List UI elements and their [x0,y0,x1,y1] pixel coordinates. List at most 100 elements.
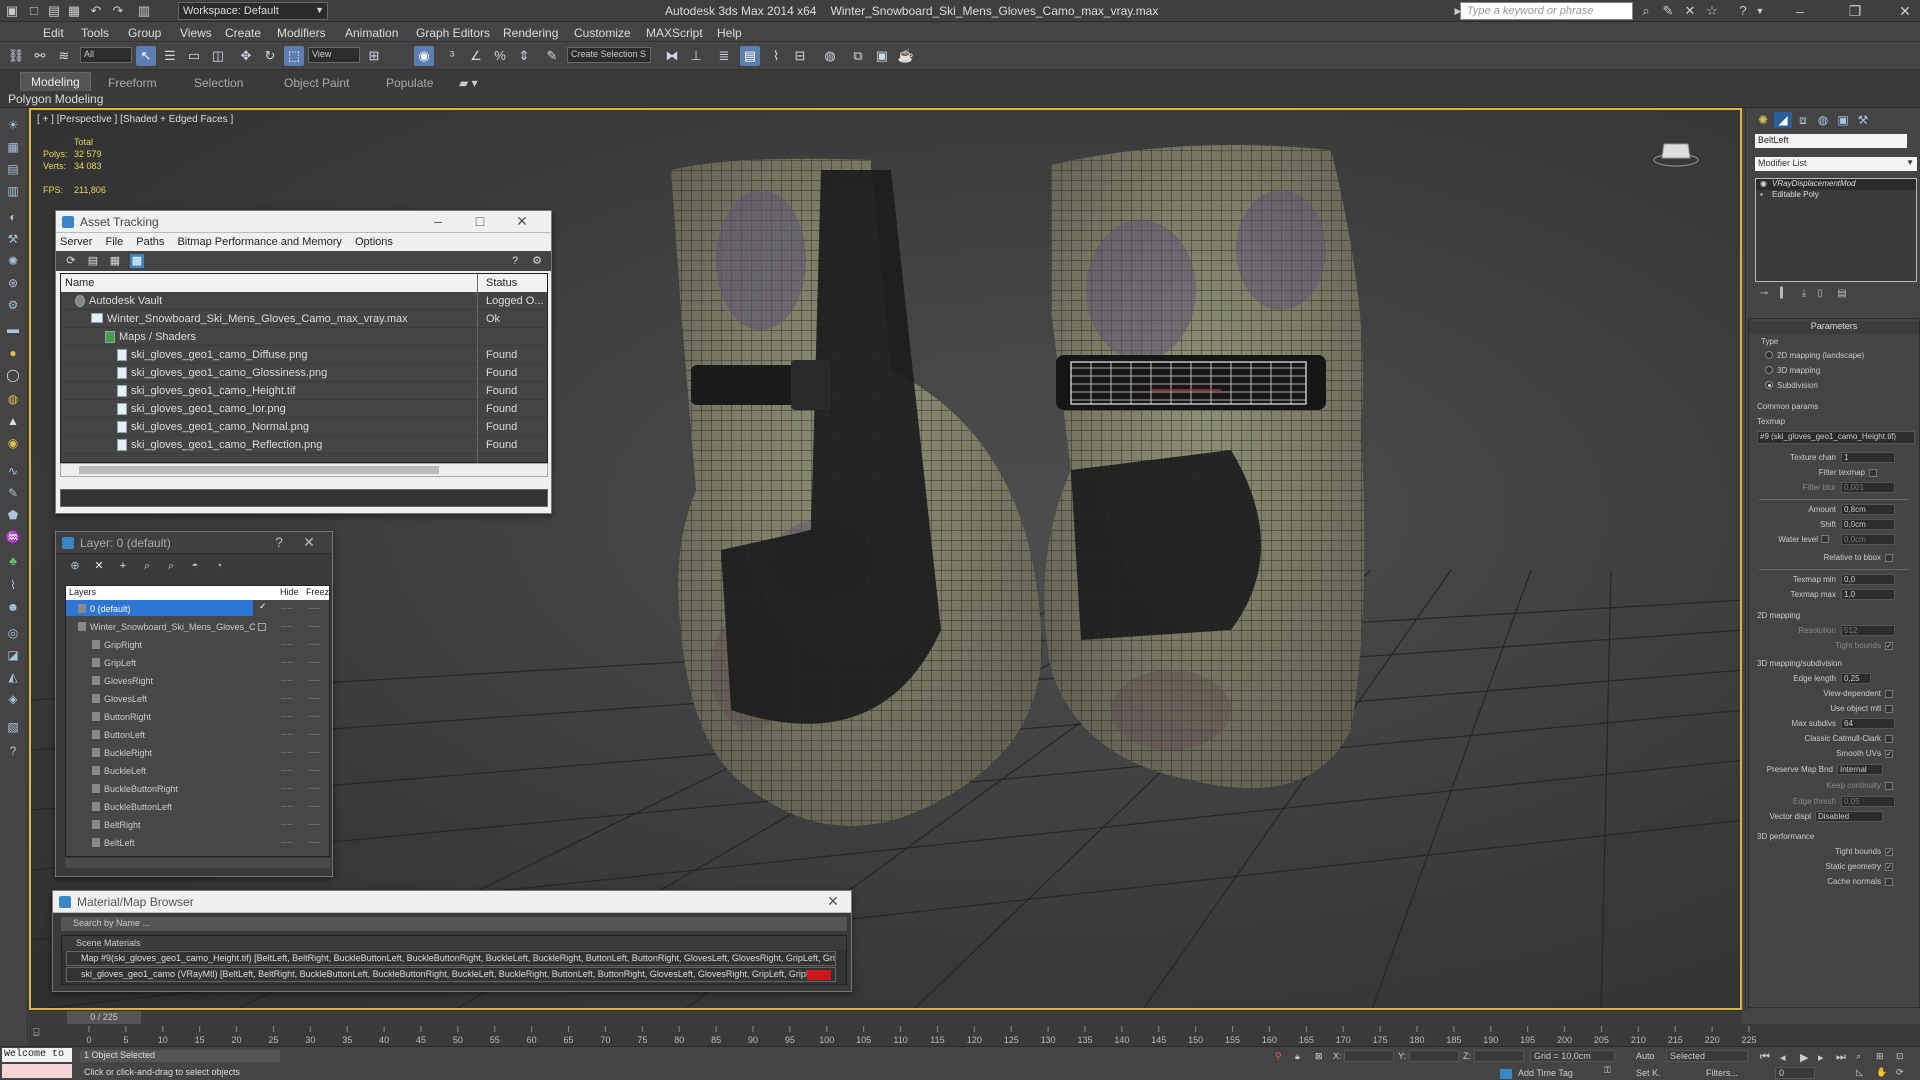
table-icon[interactable]: ▦ [108,254,122,268]
grid-view-icon[interactable]: ▩ [130,254,144,268]
paint-icon[interactable]: ✎ [4,484,22,502]
menu-paths[interactable]: Paths [136,236,164,248]
make-unique-icon[interactable]: ⤓ [1798,288,1810,300]
auto-key-button[interactable]: Auto [1636,1051,1655,1061]
material-editor-icon[interactable]: ◍ [820,46,840,66]
material-map-browser-window[interactable]: Material/Map Browser ✕ Search by Name ..… [52,890,852,992]
hide-toggle[interactable]: ---- [281,747,293,757]
spline-icon[interactable]: ∿ [4,462,22,480]
select-in-layer-icon[interactable]: ⌕ [140,559,154,573]
filter-blur-spinner[interactable]: 0,001 [1841,482,1895,493]
time-tag-icon[interactable] [1500,1069,1512,1079]
type-radio-subdivision[interactable] [1765,381,1773,389]
freeze-toggle[interactable]: ---- [309,693,321,703]
layer-row[interactable]: GlovesLeft ---- ---- [66,690,329,708]
hide-toggle[interactable]: ---- [281,729,293,739]
freeze-toggle[interactable]: ---- [309,765,321,775]
column-hide[interactable]: Hide [280,587,299,597]
layer-row[interactable]: BeltLeft ---- ---- [66,834,329,852]
table-row[interactable]: Winter_Snowboard_Ski_Mens_Gloves_Camo_ma… [61,310,547,328]
play-icon[interactable]: ▶ [1800,1051,1808,1064]
column-layers[interactable]: Layers [69,587,96,597]
tight-bounds-perf-checkbox[interactable]: ✓ [1885,848,1893,856]
mirror-icon[interactable]: ⧓ [662,46,682,66]
named-selection-dropdown[interactable]: Create Selection S [567,47,651,63]
menu-tools[interactable]: Tools [81,26,109,40]
track-bar[interactable]: ⌸ 0 5 10 15 20 25 30 35 40 45 50 55 60 65 70 75 80 85 90 95… [29,1024,1920,1046]
new-layer-icon[interactable]: ⊕ [68,559,82,573]
project-folder-icon[interactable]: ▥ [136,3,152,19]
edge-length-spinner[interactable]: 0,25 [1841,673,1871,684]
align-icon[interactable]: ⊥ [686,46,706,66]
cone-icon[interactable]: ▲ [4,412,22,430]
preserve-map-dropdown[interactable]: Internal [1837,764,1883,775]
select-manipulate-icon[interactable]: ◉ [414,46,434,66]
scrollbar-thumb[interactable] [79,466,439,474]
layer-row[interactable]: BuckleButtonRight ---- ---- [66,780,329,798]
filters-button[interactable]: Filters... [1706,1068,1738,1078]
scene-explorer-icon[interactable]: ▤ [740,46,760,66]
freeze-toggle[interactable]: ---- [309,729,321,739]
view-dependent-checkbox[interactable] [1885,690,1893,698]
rollout-title[interactable]: Parameters [1749,321,1919,334]
table-row[interactable]: ski_gloves_geo1_camo_Reflection.png Found [61,436,547,454]
ribbon-subpanel-label[interactable]: Polygon Modeling [8,92,103,106]
layer-row[interactable]: Winter_Snowboard_Ski_Mens_Gloves_Camo ---… [66,618,329,636]
tab-modeling[interactable]: Modeling [20,72,91,91]
layer-add-icon[interactable] [258,623,266,631]
menu-views[interactable]: Views [180,26,212,40]
goto-start-icon[interactable]: ⏮ [1760,1051,1770,1064]
texmap-min-spinner[interactable]: 0,0 [1841,574,1895,585]
display-icon[interactable]: ◐ [4,208,22,226]
water-level-checkbox[interactable] [1821,535,1829,543]
menu-options[interactable]: Options [355,236,393,248]
hair-icon[interactable]: ♒ [4,528,22,546]
motion-icon[interactable]: ▥ [4,182,22,200]
layer-row[interactable]: GripLeft ---- ---- [66,654,329,672]
select-object-icon[interactable]: ↖ [136,46,156,66]
remove-modifier-icon[interactable]: ▯ [1814,288,1826,300]
set-key-button[interactable]: Set K. [1636,1068,1661,1078]
layer-row[interactable]: BeltRight ---- ---- [66,816,329,834]
right-glove-model[interactable] [1044,145,1365,789]
table-row[interactable]: Autodesk Vault Logged O... [61,292,547,310]
help-circle-icon[interactable]: ? [4,742,22,760]
vector-displ-dropdown[interactable]: Disabled [1815,811,1883,822]
horizontal-scrollbar[interactable] [65,858,330,868]
menu-help[interactable]: Help [717,26,742,40]
menu-animation[interactable]: Animation [345,26,398,40]
field-of-view-icon[interactable]: ◺ [1856,1067,1863,1078]
help-icon[interactable]: ? [1735,3,1751,19]
key-mode-dropdown[interactable]: Selected [1666,1050,1748,1062]
current-frame-field[interactable]: 0 [1775,1067,1815,1079]
hide-toggle[interactable]: ---- [281,675,293,685]
tight-bounds-checkbox[interactable]: ✓ [1885,642,1893,650]
move-icon[interactable]: ✥ [236,46,256,66]
hide-toggle[interactable]: ---- [281,693,293,703]
create-icon[interactable]: ☀ [4,116,22,134]
menu-maxscript[interactable]: MAXScript [646,26,703,40]
tab-selection[interactable]: Selection [194,74,243,92]
menu-file[interactable]: File [105,236,123,248]
modify-icon[interactable]: ▦ [4,138,22,156]
goto-end-icon[interactable]: ⏭ [1836,1051,1846,1064]
modifier-list-dropdown[interactable]: Modifier List ▼ [1755,157,1917,171]
texture-chan-spinner[interactable]: 1 [1841,452,1895,463]
freeze-toggle[interactable]: ---- [309,711,321,721]
delete-layer-icon[interactable]: ✕ [92,559,106,573]
hide-toggle[interactable]: ---- [281,621,293,631]
column-status[interactable]: Status [486,277,517,289]
percent-snap-icon[interactable]: % [490,46,510,66]
freeze-toggle[interactable]: ---- [309,657,321,667]
z-field[interactable] [1474,1050,1524,1062]
script-icon[interactable]: ◈ [4,690,22,708]
window-crossing-icon[interactable]: ◫ [208,46,228,66]
show-end-result-icon[interactable]: ▍ [1778,288,1790,300]
maximize-icon[interactable]: □ [459,213,501,229]
utilities-tab-icon[interactable]: ⚒ [1854,112,1872,128]
help-icon[interactable]: ? [264,534,294,550]
menu-create[interactable]: Create [225,26,261,40]
texmap-max-spinner[interactable]: 1,0 [1841,589,1895,600]
close-icon[interactable]: ✕ [823,893,843,910]
static-geometry-checkbox[interactable]: ✓ [1885,863,1893,871]
